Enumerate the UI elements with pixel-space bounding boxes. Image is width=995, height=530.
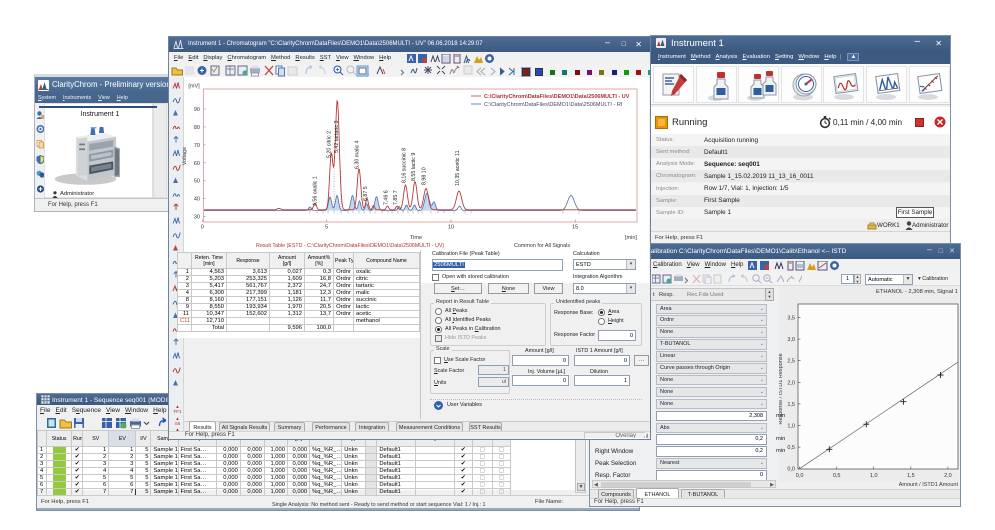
svg-text:1,5: 1,5	[907, 473, 915, 479]
svg-text:90: 90	[194, 107, 200, 113]
svg-text:2,0: 2,0	[944, 473, 952, 479]
svg-text:0,5: 0,5	[787, 445, 795, 451]
svg-text:7,46 6: 7,46 6	[384, 190, 390, 205]
svg-text:40: 40	[194, 197, 200, 203]
svg-text:8,55 lactic 9: 8,55 lactic 9	[411, 153, 417, 181]
svg-text:2,5: 2,5	[787, 359, 795, 365]
svg-text:60: 60	[194, 161, 200, 167]
svg-text:5,42 tartaric 3: 5,42 tartaric 3	[334, 121, 340, 153]
svg-text:4,56 oxalic 1: 4,56 oxalic 1	[313, 176, 319, 206]
svg-text:8,16 succinic 8: 8,16 succinic 8	[402, 148, 408, 183]
svg-text:C:\ClarityChrom\DataFiles\DEMO: C:\ClarityChrom\DataFiles\DEMO1\Data\250…	[484, 102, 623, 108]
svg-text:30: 30	[194, 215, 200, 221]
svg-text:[min]: [min]	[625, 235, 637, 241]
svg-text:6,30 malic 4: 6,30 malic 4	[355, 140, 361, 169]
svg-text:80: 80	[194, 125, 200, 131]
svg-text:3,5: 3,5	[787, 316, 795, 322]
svg-text:7,85 7: 7,85 7	[393, 190, 399, 205]
svg-text:ETHANOL - 2,308 min, Signal 1: ETHANOL - 2,308 min, Signal 1	[876, 289, 958, 295]
svg-text:5,20 citric 2: 5,20 citric 2	[327, 131, 333, 158]
svg-text:0,0: 0,0	[796, 473, 804, 479]
svg-text:70: 70	[194, 143, 200, 149]
svg-text:6,87 5: 6,87 5	[363, 186, 369, 201]
svg-text:0,5: 0,5	[833, 473, 841, 479]
svg-text:2,0: 2,0	[787, 380, 795, 386]
svg-text:10,35 acetic 11: 10,35 acetic 11	[455, 150, 461, 186]
svg-text:0,0: 0,0	[787, 467, 795, 473]
svg-text:15: 15	[572, 225, 578, 231]
svg-text:3,0: 3,0	[787, 337, 795, 343]
svg-text:1,5: 1,5	[787, 402, 795, 408]
svg-text:8,98 10: 8,98 10	[422, 167, 428, 185]
svg-text:Amount / ISTD1 Amount: Amount / ISTD1 Amount	[899, 482, 959, 488]
svg-text:5: 5	[325, 225, 328, 231]
svg-text:0: 0	[201, 225, 204, 231]
svg-text:1,0: 1,0	[787, 424, 795, 430]
svg-text:50: 50	[194, 179, 200, 185]
svg-text:10: 10	[448, 225, 454, 231]
svg-text:1,0: 1,0	[870, 473, 878, 479]
svg-text:[mV]: [mV]	[188, 84, 200, 90]
svg-text:Time: Time	[410, 235, 422, 241]
svg-text:C:\ClarityChrom\DataFiles\DEMO: C:\ClarityChrom\DataFiles\DEMO1\Data\250…	[484, 94, 630, 100]
svg-text:Voltage: Voltage	[182, 147, 188, 165]
